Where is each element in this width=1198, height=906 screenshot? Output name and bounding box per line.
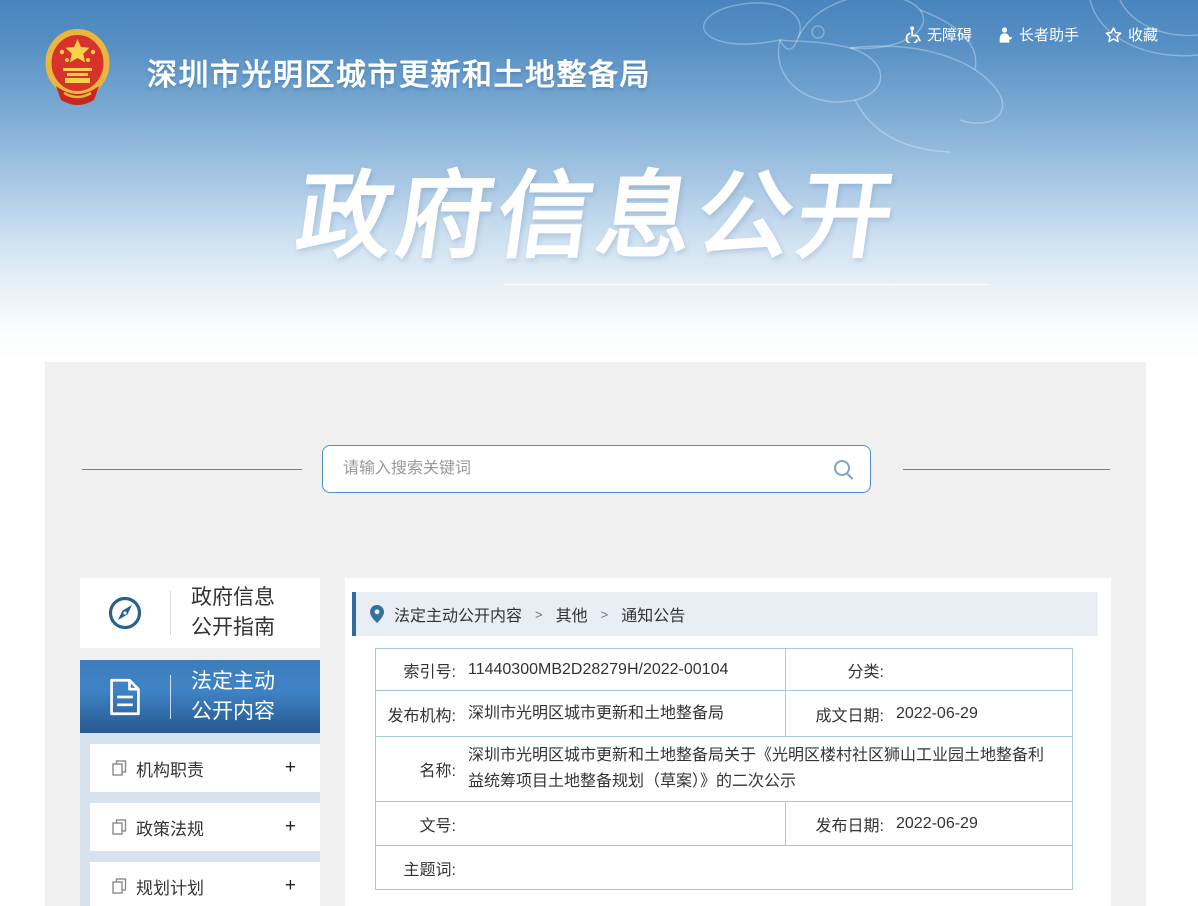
sidebar-subitem-label: 政策法规 [136, 819, 204, 839]
table-row: 名称: 深圳市光明区城市更新和土地整备局关于《光明区楼村社区狮山工业园土地整备利… [376, 736, 1072, 801]
location-pin-icon [370, 605, 384, 623]
sidebar-item-policies-regulations[interactable]: 政策法规 + [90, 803, 320, 851]
issue-date-value: 2022-06-29 [896, 704, 978, 722]
table-row: 主题词: [376, 845, 1072, 889]
category-label: 分类: [847, 663, 884, 681]
expand-plus-icon[interactable]: + [285, 875, 296, 897]
table-cell: 分类: [786, 649, 1072, 690]
search-icon [834, 459, 853, 479]
breadcrumb-item-other[interactable]: 其他 [556, 602, 588, 626]
sidebar-item-agency-duties[interactable]: 机构职责 + [90, 744, 320, 792]
page-title: 政府信息公开 [290, 164, 906, 270]
wheelchair-icon [905, 26, 921, 43]
publish-date-value: 2022-06-29 [896, 814, 978, 832]
compass-icon [80, 595, 170, 631]
sidebar-item-planning[interactable]: 规划计划 + [90, 862, 320, 906]
document-icon [80, 678, 170, 716]
pages-icon [112, 819, 127, 835]
sidebar-subitem-label: 机构职责 [136, 760, 204, 780]
document-info-table: 索引号: 11440300MB2D28279H/2022-00104 分类: 发… [375, 648, 1073, 890]
table-row: 索引号: 11440300MB2D28279H/2022-00104 分类: [376, 649, 1072, 690]
elder-icon [999, 26, 1012, 43]
title-underline [505, 284, 989, 285]
breadcrumb-item-notices[interactable]: 通知公告 [621, 602, 685, 626]
sidebar-item-gov-info-guide[interactable]: 政府信息 公开指南 [80, 578, 320, 648]
star-icon [1105, 26, 1122, 42]
elder-assistant-label: 长者助手 [1018, 27, 1079, 44]
sidebar-subitem-label: 规划计划 [136, 878, 204, 898]
issuing-agency-value: 深圳市光明区城市更新和土地整备局 [468, 704, 725, 722]
document-number-value [468, 818, 482, 830]
table-row: 文号: 发布日期: 2022-06-29 [376, 801, 1072, 845]
accessibility-label: 无障碍 [926, 27, 972, 44]
search-flank-line-left [82, 469, 302, 470]
banner-title-wrap: 政府信息公开 [0, 140, 1198, 277]
index-number-label: 索引号: [403, 663, 456, 681]
table-row: 发布机构: 深圳市光明区城市更新和土地整备局 成文日期: 2022-06-29 [376, 690, 1072, 736]
keywords-value [468, 862, 482, 874]
agency-name: 深圳市光明区城市更新和土地整备局 [147, 59, 651, 92]
document-number-label: 文号: [419, 817, 456, 835]
title-label: 名称: [419, 763, 456, 780]
expand-plus-icon[interactable]: + [285, 757, 296, 779]
expand-plus-icon[interactable]: + [285, 816, 296, 838]
issue-date-label: 成文日期: [815, 707, 884, 725]
table-cell: 发布机构: 深圳市光明区城市更新和土地整备局 [376, 691, 786, 736]
accessibility-link[interactable]: 无障碍 [905, 24, 972, 45]
search-flank-line-right [903, 469, 1110, 470]
topbar-links: 无障碍 长者助手 收藏 [905, 24, 1158, 45]
keywords-label: 主题词: [403, 861, 456, 879]
table-cell: 索引号: 11440300MB2D28279H/2022-00104 [376, 649, 786, 690]
search-input[interactable] [341, 459, 833, 479]
search-button[interactable] [833, 459, 854, 480]
title-value: 深圳市光明区城市更新和土地整备局关于《光明区楼村社区狮山工业园土地整备利益统筹项… [468, 747, 1045, 790]
category-value [896, 664, 910, 676]
table-cell: 文号: [376, 802, 786, 845]
index-number-value: 11440300MB2D28279H/2022-00104 [468, 660, 729, 678]
chevron-right-icon: > [535, 606, 543, 622]
favorite-link[interactable]: 收藏 [1105, 24, 1158, 45]
chevron-right-icon: > [600, 606, 609, 622]
sidebar-submenu: 机构职责 + 政策法规 + 规划计划 + [80, 733, 320, 906]
breadcrumb: 法定主动公开内容 > 其他 > 通知公告 [352, 592, 1098, 636]
breadcrumb-item-statutory[interactable]: 法定主动公开内容 [394, 602, 522, 626]
table-cell: 成文日期: 2022-06-29 [786, 691, 1072, 736]
issuing-agency-label: 发布机构: [387, 707, 456, 725]
sidebar-item-label: 政府信息 公开指南 [191, 586, 275, 639]
sidebar-item-label: 法定主动 公开内容 [191, 669, 275, 723]
banner: 深圳市光明区城市更新和土地整备局 无障碍 长者助手 收藏 政府信息公开 [0, 0, 1198, 362]
table-cell: 名称: 深圳市光明区城市更新和土地整备局关于《光明区楼村社区狮山工业园土地整备利… [376, 737, 1072, 801]
pages-icon [112, 878, 127, 894]
national-emblem-logo [45, 29, 110, 105]
favorite-label: 收藏 [1127, 27, 1158, 44]
pages-icon [112, 760, 127, 776]
table-cell: 主题词: [376, 846, 1072, 889]
sidebar-item-statutory-disclosure[interactable]: 法定主动 公开内容 [80, 660, 320, 733]
elder-assistant-link[interactable]: 长者助手 [998, 24, 1079, 45]
table-cell: 发布日期: 2022-06-29 [786, 802, 1072, 845]
search-bar[interactable] [322, 445, 871, 493]
publish-date-label: 发布日期: [815, 817, 884, 835]
